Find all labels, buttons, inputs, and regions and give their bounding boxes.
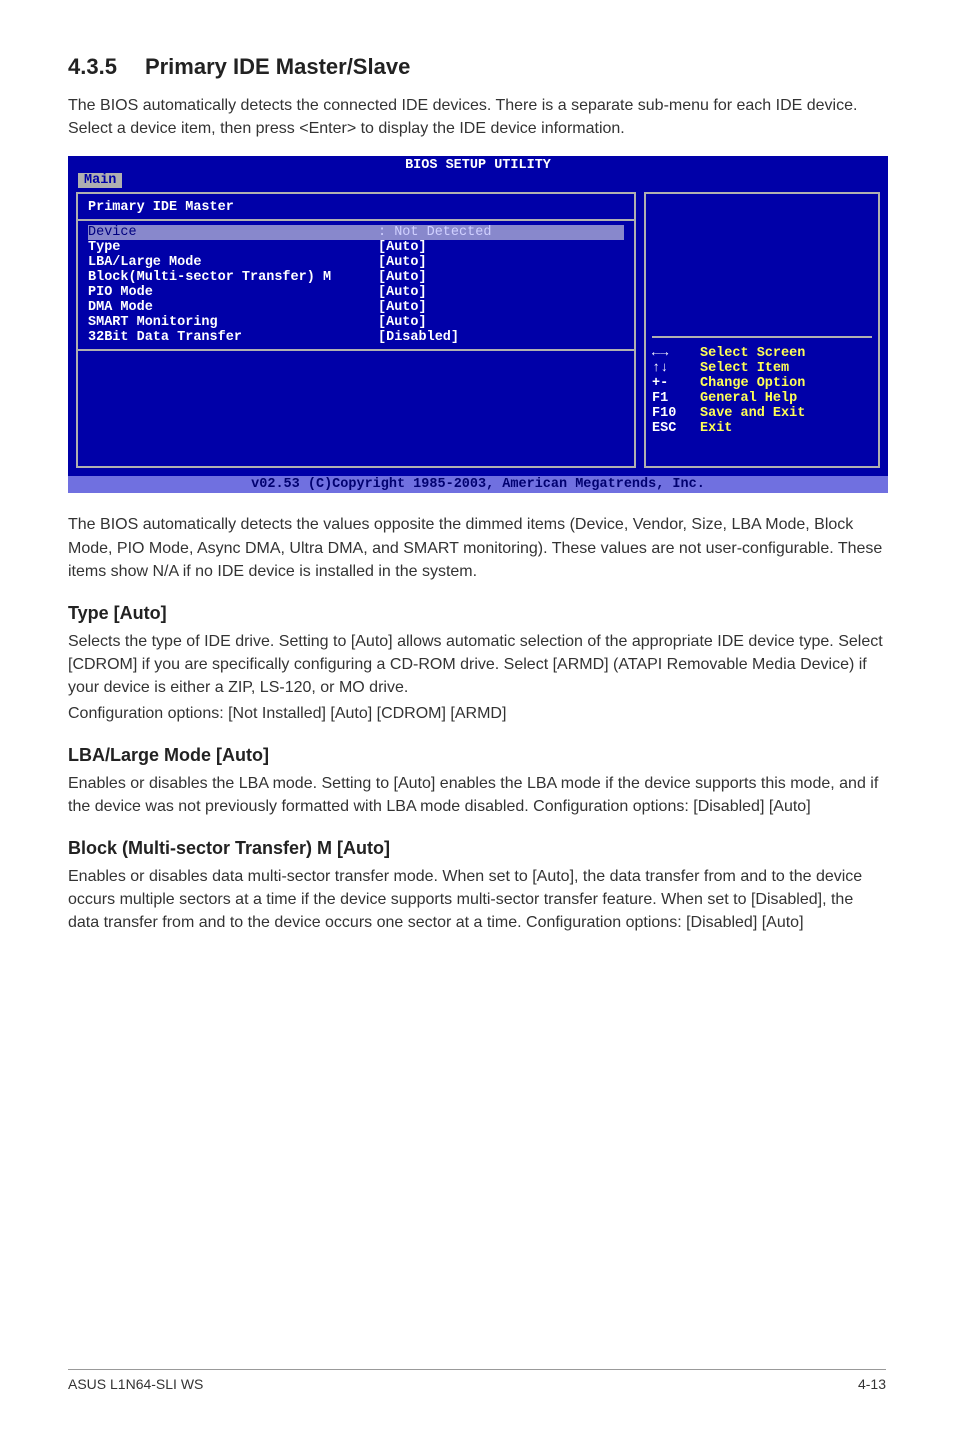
bios-row: Block(Multi-sector Transfer) M[Auto] <box>88 270 624 285</box>
page-footer: ASUS L1N64-SLI WS 4-13 <box>68 1369 886 1392</box>
section-heading: 4.3.5 Primary IDE Master/Slave <box>68 54 886 80</box>
nav-row: ←→Select Screen <box>652 346 872 361</box>
bios-tab-main: Main <box>78 173 122 188</box>
nav-key: ESC <box>652 421 700 436</box>
nav-row: F10Save and Exit <box>652 406 872 421</box>
bios-panel-title: Primary IDE Master <box>88 200 378 215</box>
nav-key: F10 <box>652 406 700 421</box>
bios-row: SMART Monitoring[Auto] <box>88 315 624 330</box>
bios-row-label: PIO Mode <box>88 285 378 300</box>
bios-device-row: Device : Not Detected <box>88 225 624 240</box>
bios-row-value: [Auto] <box>378 270 427 285</box>
lba-heading: LBA/Large Mode [Auto] <box>68 745 886 766</box>
nav-key: ←→ <box>652 346 700 361</box>
nav-row: ESCExit <box>652 421 872 436</box>
nav-action: Change Option <box>700 376 805 391</box>
bios-row: LBA/Large Mode[Auto] <box>88 255 624 270</box>
nav-action: Select Item <box>700 361 789 376</box>
nav-key: ↑↓ <box>652 361 700 376</box>
bios-row-value: [Auto] <box>378 300 427 315</box>
bios-row: 32Bit Data Transfer[Disabled] <box>88 330 624 345</box>
divider <box>78 349 634 351</box>
bios-row-value: [Auto] <box>378 285 427 300</box>
bios-row-value: [Auto] <box>378 240 427 255</box>
nav-action: Exit <box>700 421 732 436</box>
nav-row: F1General Help <box>652 391 872 406</box>
section-title-text: Primary IDE Master/Slave <box>145 54 410 79</box>
bios-row: Type[Auto] <box>88 240 624 255</box>
bios-row-label: SMART Monitoring <box>88 315 378 330</box>
bios-row-value: [Auto] <box>378 255 427 270</box>
bios-device-label: Device <box>88 225 378 240</box>
bios-row-label: Block(Multi-sector Transfer) M <box>88 270 378 285</box>
footer-left: ASUS L1N64-SLI WS <box>68 1376 203 1392</box>
nav-action: General Help <box>700 391 797 406</box>
bios-row: DMA Mode[Auto] <box>88 300 624 315</box>
bios-row: PIO Mode[Auto] <box>88 285 624 300</box>
nav-row: +-Change Option <box>652 376 872 391</box>
bios-screenshot: BIOS SETUP UTILITY Main Primary IDE Mast… <box>68 156 888 493</box>
bios-inner: Primary IDE Master Device : Not Detected… <box>68 192 888 476</box>
footer-right: 4-13 <box>858 1376 886 1392</box>
after-bios-paragraph: The BIOS automatically detects the value… <box>68 513 886 583</box>
intro-paragraph: The BIOS automatically detects the conne… <box>68 94 886 140</box>
type-paragraph-1: Selects the type of IDE drive. Setting t… <box>68 630 886 700</box>
bios-row-value: [Auto] <box>378 315 427 330</box>
section-number: 4.3.5 <box>68 54 117 80</box>
bios-title: BIOS SETUP UTILITY <box>68 156 888 173</box>
type-paragraph-2: Configuration options: [Not Installed] [… <box>68 702 886 725</box>
nav-key: F1 <box>652 391 700 406</box>
lba-paragraph: Enables or disables the LBA mode. Settin… <box>68 772 886 818</box>
bios-row-label: Type <box>88 240 378 255</box>
bios-left-panel: Primary IDE Master Device : Not Detected… <box>76 192 636 468</box>
nav-action: Select Screen <box>700 346 805 361</box>
block-heading: Block (Multi-sector Transfer) M [Auto] <box>68 838 886 859</box>
bios-row-label: LBA/Large Mode <box>88 255 378 270</box>
bios-row-value: [Disabled] <box>378 330 459 345</box>
nav-action: Save and Exit <box>700 406 805 421</box>
bios-copyright: v02.53 (C)Copyright 1985-2003, American … <box>68 476 888 493</box>
bios-right-panel: ←→Select Screen ↑↓Select Item +-Change O… <box>644 192 880 468</box>
divider <box>78 219 634 221</box>
bios-device-value: : Not Detected <box>378 225 491 240</box>
block-paragraph: Enables or disables data multi-sector tr… <box>68 865 886 935</box>
nav-key: +- <box>652 376 700 391</box>
bios-row-label: DMA Mode <box>88 300 378 315</box>
nav-row: ↑↓Select Item <box>652 361 872 376</box>
type-heading: Type [Auto] <box>68 603 886 624</box>
bios-nav-help: ←→Select Screen ↑↓Select Item +-Change O… <box>652 336 872 460</box>
bios-row-label: 32Bit Data Transfer <box>88 330 378 345</box>
